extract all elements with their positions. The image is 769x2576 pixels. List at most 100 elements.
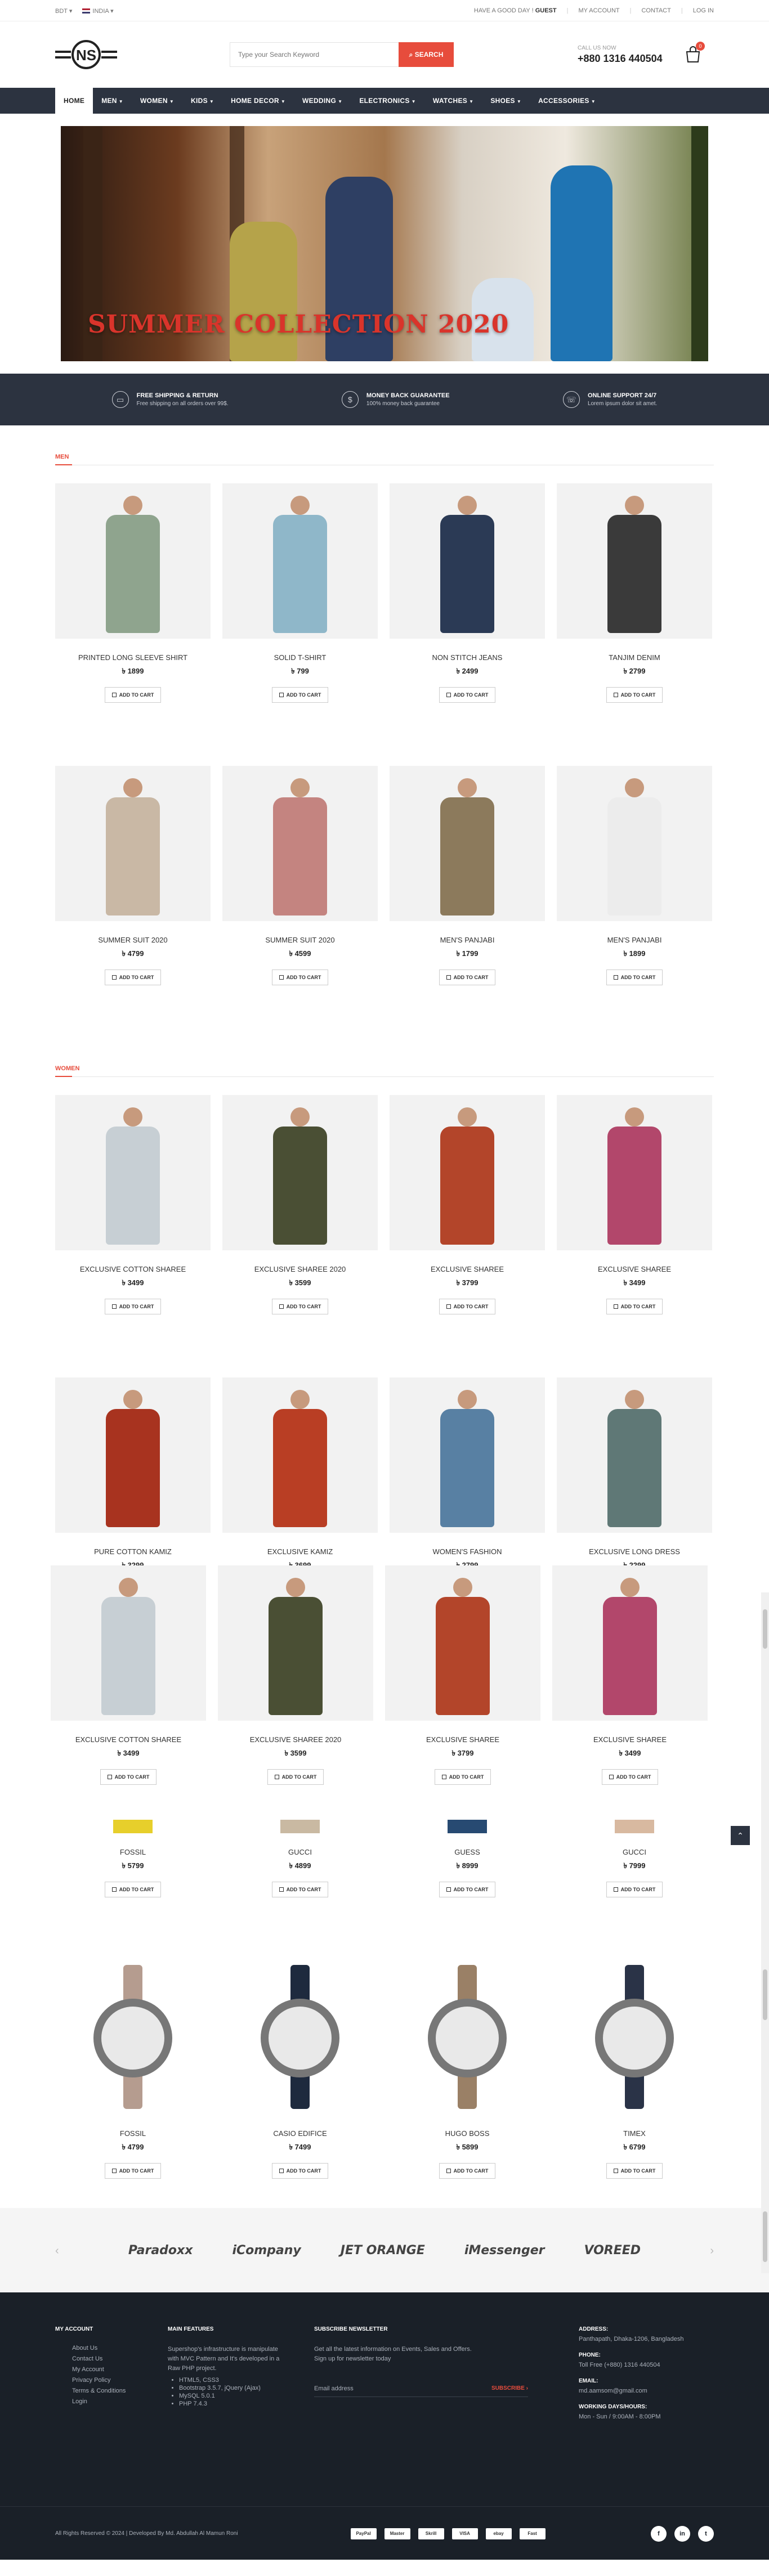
subscribe-button[interactable]: SUBSCRIBE › [491,2385,528,2392]
scrollbar[interactable] [761,1592,769,2273]
product-card[interactable]: TANJIM DENIM ৳ 2799 ADD TO CART [557,483,712,703]
brands-prev-icon[interactable]: ‹ [55,2245,59,2258]
product-image[interactable] [222,1377,378,1533]
add-to-cart-button[interactable]: ADD TO CART [104,2163,162,2179]
product-card[interactable]: GUCCI ৳ 7999 ADD TO CART [557,1820,712,1897]
product-image[interactable] [448,1820,487,1833]
product-image[interactable] [390,483,545,639]
nav-item-men[interactable]: MEN ▼ [93,88,132,114]
product-card[interactable]: EXCLUSIVE SHAREE ৳ 3499 ADD TO CART [552,1565,708,1785]
product-image[interactable] [615,1820,654,1833]
add-to-cart-button[interactable]: ADD TO CART [439,687,496,703]
product-name[interactable]: MEN'S PANJABI [390,936,545,944]
add-to-cart-button[interactable]: ADD TO CART [100,1769,157,1785]
product-card[interactable]: EXCLUSIVE SHAREE 2020 ৳ 3599 ADD TO CART [218,1565,373,1785]
product-card[interactable]: MEN'S PANJABI ৳ 1899 ADD TO CART [557,766,712,985]
product-image[interactable] [557,766,712,921]
footer-link[interactable]: Contact Us [72,2355,168,2362]
product-name[interactable]: EXCLUSIVE COTTON SHAREE [51,1735,206,1744]
product-card[interactable]: PRINTED LONG SLEEVE SHIRT ৳ 1899 ADD TO CA… [55,483,211,703]
hero-banner[interactable]: SUMMER COLLECTION 2020 [61,126,708,361]
footer-link[interactable]: My Account [72,2366,168,2373]
search-input[interactable] [230,42,399,67]
product-card[interactable]: EXCLUSIVE SHAREE ৳ 3799 ADD TO CART [385,1565,540,1785]
add-to-cart-button[interactable]: ADD TO CART [601,1769,659,1785]
brand-logo[interactable]: JET ORANGE [341,2243,425,2258]
product-image[interactable] [113,1820,153,1833]
add-to-cart-button[interactable]: ADD TO CART [271,1299,329,1314]
scroll-to-top-button[interactable]: ⌃ [731,1826,750,1845]
product-card[interactable]: EXCLUSIVE COTTON SHAREE ৳ 3499 ADD TO CART [51,1565,206,1785]
my-account-link[interactable]: MY ACCOUNT [578,7,619,14]
product-card[interactable]: CASIO EDIFICE ৳ 7499 ADD TO CART [222,1959,378,2179]
product-name[interactable]: GUESS [390,1848,545,1856]
product-name[interactable]: TIMEX [557,2129,712,2138]
product-image[interactable] [390,766,545,921]
product-card[interactable]: SUMMER SUIT 2020 ৳ 4799 ADD TO CART [55,766,211,985]
add-to-cart-button[interactable]: ADD TO CART [271,1882,329,1897]
newsletter-email-input[interactable]: Email address [314,2385,491,2392]
product-image[interactable] [552,1565,708,1721]
nav-item-shoes[interactable]: SHOES ▼ [482,88,530,114]
add-to-cart-button[interactable]: ADD TO CART [271,687,329,703]
product-name[interactable]: GUCCI [222,1848,378,1856]
add-to-cart-button[interactable]: ADD TO CART [439,970,496,985]
footer-link[interactable]: Terms & Conditions [72,2387,168,2394]
nav-item-electronics[interactable]: ELECTRONICS ▼ [351,88,424,114]
product-name[interactable]: SUMMER SUIT 2020 [55,936,211,944]
product-name[interactable]: PURE COTTON KAMIZ [55,1547,211,1556]
add-to-cart-button[interactable]: ADD TO CART [104,687,162,703]
social-icon[interactable]: in [674,2525,690,2542]
product-image[interactable] [222,766,378,921]
search-button[interactable]: ⌕ SEARCH [399,42,454,67]
product-card[interactable]: FOSSIL ৳ 4799 ADD TO CART [55,1959,211,2179]
nav-item-watches[interactable]: WATCHES ▼ [424,88,482,114]
product-name[interactable]: EXCLUSIVE COTTON SHAREE [55,1265,211,1273]
brands-next-icon[interactable]: › [710,2245,714,2258]
add-to-cart-button[interactable]: ADD TO CART [606,687,663,703]
add-to-cart-button[interactable]: ADD TO CART [104,1299,162,1314]
product-name[interactable]: EXCLUSIVE SHAREE [557,1265,712,1273]
footer-link[interactable]: Login [72,2398,168,2405]
add-to-cart-button[interactable]: ADD TO CART [606,1882,663,1897]
product-image[interactable] [280,1820,320,1833]
add-to-cart-button[interactable]: ADD TO CART [606,2163,663,2179]
nav-item-home-decor[interactable]: HOME DECOR ▼ [222,88,294,114]
product-image[interactable] [55,483,211,639]
product-card[interactable]: SUMMER SUIT 2020 ৳ 4599 ADD TO CART [222,766,378,985]
product-image[interactable] [557,1959,712,2115]
add-to-cart-button[interactable]: ADD TO CART [439,2163,496,2179]
product-name[interactable]: NON STITCH JEANS [390,653,545,662]
add-to-cart-button[interactable]: ADD TO CART [434,1769,491,1785]
add-to-cart-button[interactable]: ADD TO CART [606,970,663,985]
product-image[interactable] [222,1959,378,2115]
add-to-cart-button[interactable]: ADD TO CART [271,2163,329,2179]
social-icon[interactable]: t [698,2525,714,2542]
nav-item-accessories[interactable]: ACCESSORIES ▼ [530,88,604,114]
product-name[interactable]: CASIO EDIFICE [222,2129,378,2138]
add-to-cart-button[interactable]: ADD TO CART [104,1882,162,1897]
currency-select[interactable]: BDT ▾ [55,7,72,15]
product-image[interactable] [390,1959,545,2115]
add-to-cart-button[interactable]: ADD TO CART [606,1299,663,1314]
product-card[interactable]: PURE COTTON KAMIZ৳ 3299ADD TO CART [55,1377,211,1597]
product-card[interactable]: GUCCI ৳ 4899 ADD TO CART [222,1820,378,1897]
product-name[interactable]: EXCLUSIVE SHAREE 2020 [218,1735,373,1744]
product-image[interactable] [557,1095,712,1250]
product-card[interactable]: EXCLUSIVE SHAREE 2020 ৳ 3599 ADD TO CART [222,1095,378,1314]
product-image[interactable] [222,483,378,639]
product-image[interactable] [55,1377,211,1533]
product-name[interactable]: FOSSIL [55,1848,211,1856]
product-name[interactable]: MEN'S PANJABI [557,936,712,944]
login-link[interactable]: LOG IN [693,7,714,14]
nav-item-kids[interactable]: KIDS ▼ [182,88,222,114]
product-image[interactable] [390,1095,545,1250]
product-image[interactable] [385,1565,540,1721]
product-card[interactable]: TIMEX ৳ 6799 ADD TO CART [557,1959,712,2179]
product-image[interactable] [51,1565,206,1721]
social-icon[interactable]: f [651,2525,667,2542]
product-name[interactable]: EXCLUSIVE SHAREE 2020 [222,1265,378,1273]
product-image[interactable] [557,1377,712,1533]
product-name[interactable]: EXCLUSIVE SHAREE [390,1265,545,1273]
product-card[interactable]: EXCLUSIVE KAMIZ৳ 3699ADD TO CART [222,1377,378,1597]
